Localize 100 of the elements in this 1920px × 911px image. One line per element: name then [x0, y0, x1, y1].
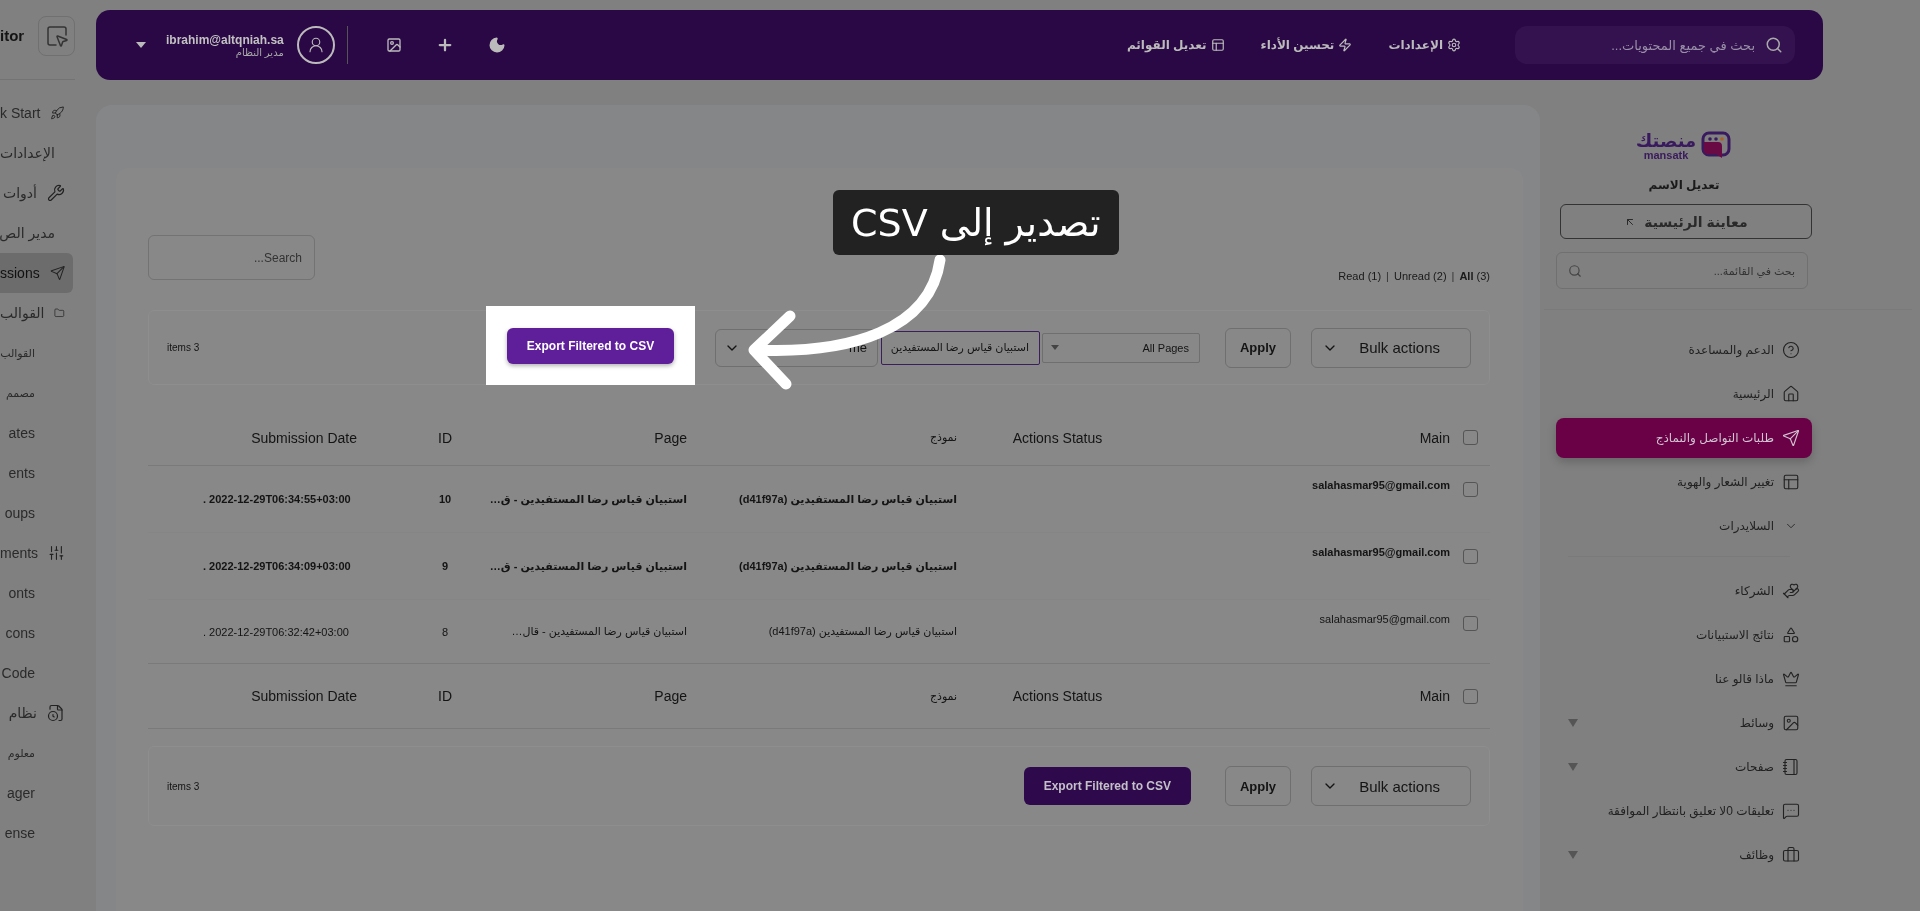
rocket-icon [50, 104, 65, 122]
sidebar-item[interactable]: الإعدادات [0, 133, 73, 173]
sidebar-item[interactable]: cons [0, 613, 73, 653]
column-header: Page [653, 429, 688, 446]
user-role: مدير النظام [235, 46, 284, 58]
menu-item[interactable]: الرئيسية [1556, 372, 1812, 416]
sidebar-item[interactable]: القوالب [0, 293, 73, 333]
date-cell-text: . 2022-12-29T06:34:55+03:00 [202, 493, 352, 505]
id-cell-text: 10 [437, 493, 453, 505]
cursor-icon [44, 23, 69, 48]
column-header: Actions Status [1011, 688, 1104, 704]
column-header: Main [1418, 429, 1450, 446]
sliders-icon [48, 544, 65, 562]
sidebar-item[interactable]: onts [0, 573, 73, 613]
avatar[interactable] [296, 26, 335, 64]
sidebar-item[interactable]: ssions [0, 253, 73, 293]
form-dropdown[interactable]: استبيان قياس رضا المستفيدين [881, 330, 1040, 365]
bulk-actions-dropdown[interactable]: Bulk actions [1311, 766, 1471, 806]
editor-button[interactable] [38, 15, 75, 56]
sidebar-item[interactable]: k Start [0, 93, 73, 133]
help-icon [1782, 341, 1800, 359]
column-header: Submission Date [250, 429, 358, 446]
form-cell-text: استبيان قياس رضا المستفيدين (d41f97a) [738, 559, 958, 573]
sidebar-item[interactable]: Code [0, 653, 73, 693]
menu-search-field[interactable]: بحث في القائمة... [1556, 252, 1808, 289]
image-icon[interactable] [385, 37, 402, 53]
send-icon [49, 264, 65, 282]
filter-link[interactable]: All (3) [1459, 270, 1490, 282]
column-header: ID [437, 688, 453, 704]
sidebar-item[interactable]: أدوات [0, 173, 73, 213]
sidebar-item[interactable]: مدير الص [0, 213, 73, 253]
select-all-checkbox[interactable] [1462, 430, 1478, 445]
pages-dropdown[interactable]: All Pages [1042, 332, 1200, 363]
menu-item[interactable]: تعليقات 0لا تعليق بانتظار الموافقة [1556, 789, 1812, 833]
layout-icon [1210, 38, 1225, 52]
filter-link[interactable]: Read (1) [1338, 270, 1382, 282]
site-name: تعديل الاسم [1647, 178, 1721, 192]
apply-button[interactable]: Apply [1225, 327, 1291, 368]
column-header: ID [437, 429, 453, 446]
form-cell-text: استبيان قياس رضا المستفيدين (d41f97a) [767, 625, 958, 638]
id-cell-text: 9 [440, 560, 450, 572]
page-cell-text: استبيان قياس رضا المستفيدين - ق… [488, 559, 688, 573]
nav-link[interactable]: تعديل القوائم [1126, 38, 1225, 52]
menu-item[interactable]: الدعم والمساعدة [1556, 328, 1812, 372]
row-checkbox[interactable] [1462, 482, 1478, 497]
settings-icon [1447, 38, 1461, 52]
menu-item[interactable]: الشركاء [1556, 569, 1812, 613]
bulk-actions-dropdown[interactable]: Bulk actions [1311, 327, 1471, 368]
row-checkbox[interactable] [1462, 549, 1478, 564]
email-cell-text: salahasmar95@gmail.com [1311, 478, 1450, 491]
search-field[interactable]: Search... [148, 235, 315, 280]
moon-icon[interactable] [487, 36, 506, 54]
caret-icon [1051, 345, 1059, 350]
item-count: items 3 [167, 780, 200, 792]
email-cell-text: salahasmar95@gmail.com [1311, 545, 1450, 558]
menu-item[interactable]: نتائج الاستبيانات [1556, 613, 1812, 657]
search-icon [1765, 36, 1783, 54]
sidebar-item[interactable]: ments [0, 533, 73, 573]
app-title: itor [0, 27, 25, 44]
nav-link[interactable]: الإعدادات [1388, 38, 1461, 52]
layout-icon [1782, 473, 1800, 491]
search-field[interactable]: بحث في جميع المحتويات... [1515, 26, 1795, 64]
column-header: Main [1418, 688, 1450, 704]
sidebar-item[interactable]: نظام [0, 693, 73, 733]
home-icon [1782, 385, 1800, 403]
caret-icon[interactable] [136, 42, 146, 48]
shapes-icon [1782, 626, 1800, 644]
sidebar-item[interactable]: ents [0, 453, 73, 493]
date-cell-text: . 2022-12-29T06:32:42+03:00 [202, 625, 350, 638]
sidebar-item[interactable]: القوالب [0, 333, 73, 373]
preview-button[interactable]: معاينة الرئيسية [1560, 204, 1812, 239]
row-checkbox[interactable] [1462, 616, 1478, 631]
apply-button[interactable]: Apply [1225, 766, 1291, 806]
crown-icon [1782, 670, 1800, 688]
sidebar-item[interactable]: معلوم [0, 733, 73, 773]
menu-item[interactable]: وسائط [1556, 701, 1812, 745]
select-all-checkbox[interactable] [1462, 688, 1478, 704]
separator: | [1451, 270, 1455, 282]
menu-item[interactable]: تغيير الشعار والهوية [1556, 460, 1812, 504]
menu-item[interactable]: صفحات [1556, 745, 1812, 789]
filter-link[interactable]: Unread (2) [1393, 270, 1447, 282]
menu-item[interactable]: السلايدرات [1556, 504, 1812, 548]
hand-heart-icon [1782, 582, 1800, 600]
separator: | [1386, 270, 1389, 282]
menu-item[interactable]: طلبات التواصل والنماذج [1556, 418, 1812, 458]
nav-link[interactable]: تحسين الأداء [1260, 38, 1353, 52]
sidebar-item[interactable]: ates [0, 413, 73, 453]
export-button[interactable]: Export Filtered to CSV [506, 327, 675, 364]
id-cell-text: 8 [440, 625, 450, 638]
export-button[interactable]: Export Filtered to CSV [1023, 767, 1191, 805]
lightning-icon [1338, 38, 1353, 52]
file-clock-icon [47, 704, 65, 722]
notebook-icon [1782, 758, 1800, 776]
sidebar-item[interactable]: ager [0, 773, 73, 813]
menu-item[interactable]: ماذا قالو عنا [1556, 657, 1812, 701]
sidebar-item[interactable]: oups [0, 493, 73, 533]
sidebar-item[interactable]: مصمم [0, 373, 73, 413]
menu-item[interactable]: وظائف [1556, 833, 1812, 877]
sidebar-item[interactable]: ense [0, 813, 73, 853]
page-cell-text: استبيان قياس رضا المستفيدين - قال… [510, 625, 688, 638]
